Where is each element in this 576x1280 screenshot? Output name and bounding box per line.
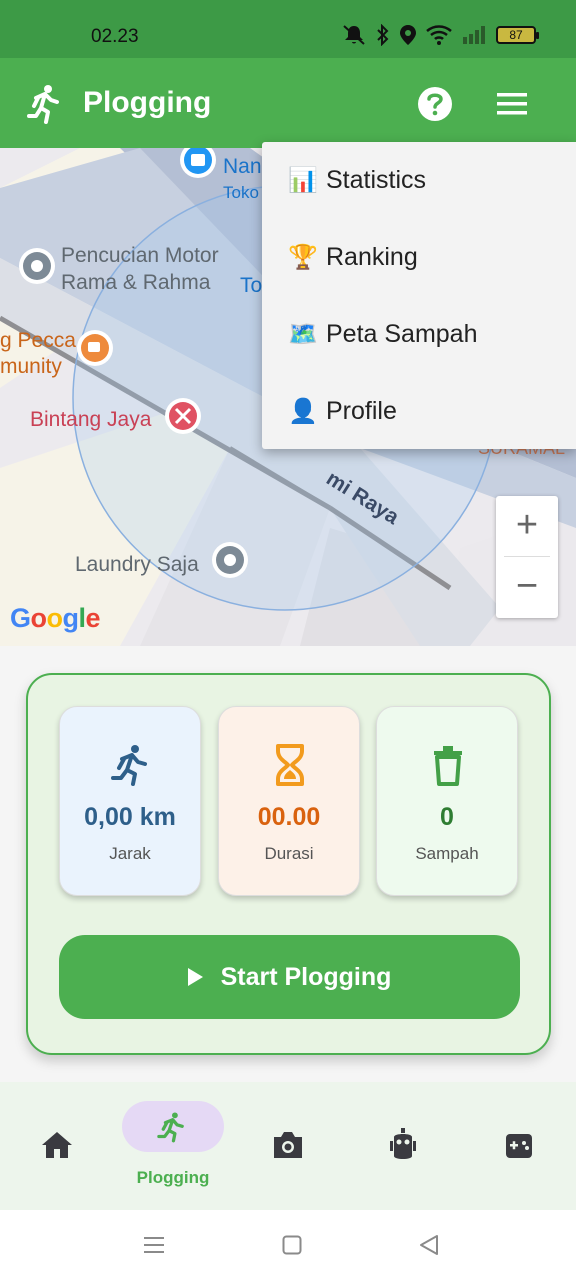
- hamburger-menu-icon[interactable]: [496, 91, 528, 117]
- menu-item-peta-sampah[interactable]: 🗺️ Peta Sampah: [288, 296, 568, 373]
- trophy-icon: 🏆: [288, 244, 318, 271]
- battery-icon: 87: [496, 26, 539, 44]
- map-label-to: To: [240, 274, 263, 297]
- runner-icon: [111, 745, 147, 786]
- menu-item-label: Peta Sampah: [326, 320, 478, 348]
- map-label-toko: Toko: [223, 183, 259, 202]
- home-square-icon[interactable]: [282, 1235, 302, 1255]
- robot-icon: [390, 1128, 416, 1159]
- bluetooth-icon: [377, 24, 389, 46]
- app-title: Plogging: [83, 86, 212, 119]
- nav-camera[interactable]: [250, 1082, 326, 1210]
- nav-games[interactable]: [481, 1082, 557, 1210]
- menu-item-statistics[interactable]: 📊 Statistics: [288, 142, 568, 219]
- menu-item-label: Ranking: [326, 243, 418, 271]
- runner-icon: [157, 1112, 184, 1143]
- camera-icon: [274, 1132, 302, 1158]
- zoom-out-button[interactable]: −: [496, 557, 558, 617]
- duration-label: Durasi: [264, 844, 314, 863]
- plogging-card: 0,00 km Jarak 00.00 Durasi 0 Sampah Star…: [26, 673, 551, 1055]
- zoom-in-button[interactable]: +: [496, 496, 558, 556]
- back-icon[interactable]: [419, 1234, 439, 1256]
- status-icons: 87: [341, 24, 539, 46]
- menu-item-profile[interactable]: 👤 Profile: [288, 373, 568, 450]
- menu-item-label: Profile: [326, 397, 397, 425]
- nav-robot[interactable]: [365, 1082, 441, 1210]
- map-label-pencucian: Pencucian Motor: [61, 244, 219, 267]
- help-icon[interactable]: [417, 86, 453, 122]
- content-area: 0,00 km Jarak 00.00 Durasi 0 Sampah Star…: [0, 646, 576, 1082]
- map-label-pecca: g Pecca: [0, 329, 76, 352]
- nav-plogging-label: Plogging: [136, 1168, 210, 1187]
- bottom-navigation: Plogging: [0, 1082, 576, 1210]
- app-bar: Plogging: [0, 58, 576, 148]
- home-icon: [42, 1132, 72, 1158]
- menu-item-ranking[interactable]: 🏆 Ranking: [288, 219, 568, 296]
- map-label-rama-rahma: Rama & Rahma: [61, 271, 211, 294]
- zoom-controls: + −: [496, 496, 558, 618]
- stat-distance: 0,00 km Jarak: [59, 706, 201, 896]
- mute-icon: [343, 25, 365, 45]
- start-plogging-label: Start Plogging: [220, 962, 392, 991]
- trash-value: 0: [440, 803, 454, 831]
- status-time: 02.23: [91, 26, 139, 47]
- location-icon: [400, 25, 416, 45]
- map-icon: 🗺️: [288, 321, 318, 348]
- stat-trash: 0 Sampah: [376, 706, 518, 896]
- trash-icon: [434, 746, 462, 786]
- recents-icon[interactable]: [143, 1235, 165, 1255]
- google-logo: Google: [10, 603, 101, 633]
- status-bar: 02.23 87: [0, 0, 576, 58]
- nav-home[interactable]: [20, 1082, 96, 1210]
- map-label-bintang-jaya: Bintang Jaya: [30, 408, 152, 431]
- overflow-menu: 📊 Statistics 🏆 Ranking 🗺️ Peta Sampah 👤 …: [262, 142, 576, 449]
- trash-label: Sampah: [415, 844, 479, 863]
- start-plogging-button[interactable]: Start Plogging: [59, 935, 520, 1019]
- distance-value: 0,00 km: [84, 803, 176, 831]
- gamepad-icon: [506, 1134, 532, 1158]
- map-label-community: munity: [0, 355, 62, 378]
- hourglass-icon: [276, 744, 304, 786]
- user-icon: 👤: [288, 398, 318, 425]
- signal-icon: [463, 26, 485, 44]
- menu-item-label: Statistics: [326, 166, 427, 194]
- stat-duration: 00.00 Durasi: [218, 706, 360, 896]
- duration-value: 00.00: [257, 803, 321, 831]
- map-label-nan: Nan: [223, 155, 262, 178]
- system-navigation-bar: [0, 1210, 576, 1280]
- play-icon: [187, 968, 203, 986]
- map-label-laundry: Laundry Saja: [75, 553, 199, 576]
- distance-label: Jarak: [109, 844, 151, 863]
- chart-icon: 📊: [288, 167, 318, 194]
- runner-icon: [27, 85, 59, 124]
- wifi-icon: [426, 25, 452, 45]
